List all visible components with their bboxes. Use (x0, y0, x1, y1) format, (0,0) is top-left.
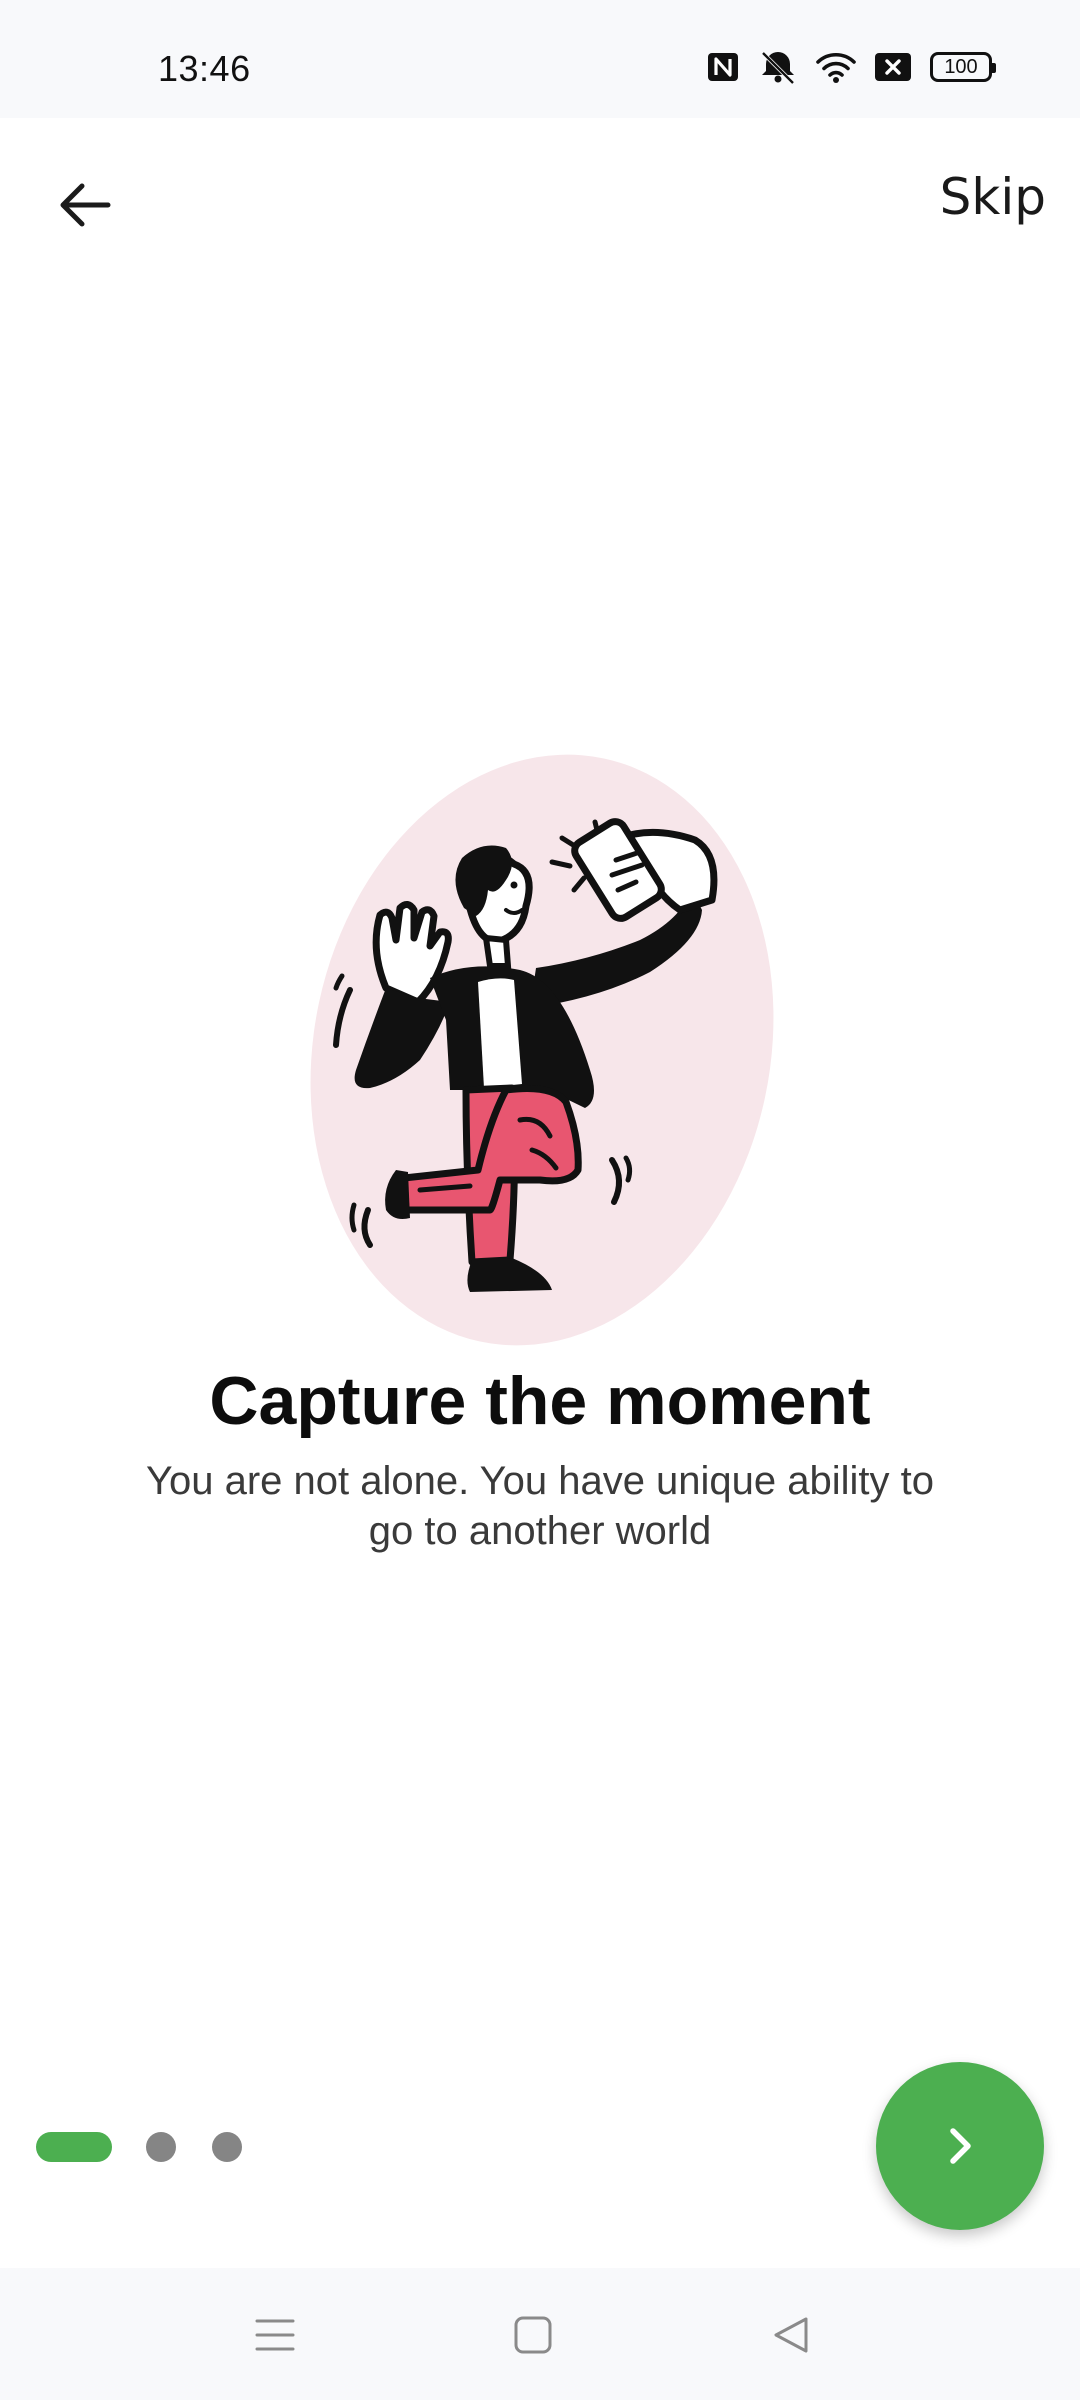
nav-back-button[interactable] (762, 2308, 822, 2362)
back-button[interactable] (40, 160, 130, 250)
battery-icon: 100 (930, 52, 996, 82)
menu-icon (255, 2319, 295, 2351)
nav-menu-button[interactable] (245, 2308, 305, 2362)
page-dot (146, 2132, 176, 2162)
home-square-icon (514, 2316, 552, 2354)
onboarding-title: Capture the moment (209, 1363, 871, 1439)
person-taking-selfie-illustration (310, 754, 774, 1346)
nfc-icon (708, 53, 738, 81)
no-sim-icon (875, 53, 911, 81)
vibrate-off-icon (761, 51, 795, 84)
status-icons: 100 (706, 50, 996, 84)
next-button[interactable] (876, 2062, 1044, 2230)
page-dot (212, 2132, 242, 2162)
page-dot-active (36, 2132, 112, 2162)
status-bar: 13:46 100 (0, 0, 1080, 118)
arrow-left-icon (60, 183, 111, 227)
skip-button[interactable]: Skip (940, 168, 1046, 226)
back-triangle-icon (774, 2317, 808, 2353)
onboarding-subtitle: You are not alone. You have unique abili… (145, 1459, 935, 1553)
page-indicator (36, 2132, 278, 2162)
wifi-icon (816, 52, 856, 83)
status-time: 13:46 (158, 48, 251, 89)
chevron-right-icon (950, 2128, 971, 2164)
onboarding-screen: 13:46 100 Skip Capture the moment You ar… (0, 0, 1080, 2400)
nav-home-button[interactable] (503, 2308, 563, 2362)
system-nav-bar (0, 2268, 1080, 2400)
